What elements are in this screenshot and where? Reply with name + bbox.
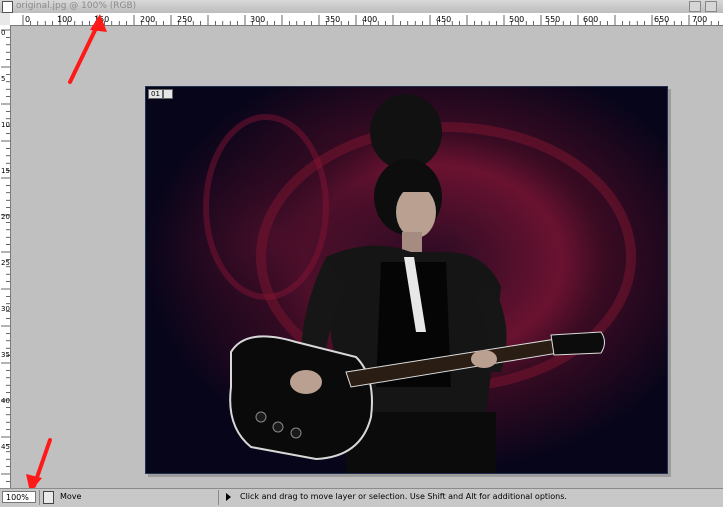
ruler-label: 300 bbox=[250, 15, 265, 24]
guitar-knob bbox=[272, 421, 284, 433]
status-bar: 100% Move Click and drag to move layer o… bbox=[0, 488, 723, 507]
red-arrow-annotation-top bbox=[68, 14, 107, 84]
play-arrow-icon[interactable] bbox=[226, 493, 231, 501]
ruler-label: 650 bbox=[654, 15, 669, 24]
zoom-level-field[interactable]: 100% bbox=[2, 491, 36, 503]
document-icon bbox=[2, 1, 13, 13]
ruler-label: 250 bbox=[177, 15, 192, 24]
maximize-button[interactable] bbox=[705, 1, 717, 12]
status-hint-text: Click and drag to move layer or selectio… bbox=[240, 492, 567, 501]
guitar-headstock bbox=[550, 331, 605, 356]
ruler-label: 25 bbox=[1, 259, 10, 267]
vertical-ruler[interactable]: 0 5 10 15 20 25 30 35 40 45 bbox=[0, 25, 11, 488]
ruler-label: 350 bbox=[325, 15, 340, 24]
ruler-label: 0 bbox=[1, 29, 5, 37]
fringe bbox=[386, 172, 434, 192]
guitar-knob bbox=[290, 427, 302, 439]
ruler-label: 30 bbox=[1, 305, 10, 313]
current-tool-label: Move bbox=[60, 492, 82, 501]
status-separator bbox=[39, 490, 40, 505]
fretting-hand bbox=[471, 350, 497, 368]
canvas-workspace[interactable]: 01 bbox=[11, 26, 723, 488]
ruler-label: 400 bbox=[362, 15, 377, 24]
vertical-ruler-scale: 0 5 10 15 20 25 30 35 40 45 bbox=[1, 29, 10, 482]
ruler-label: 500 bbox=[509, 15, 524, 24]
layer-number-badge: 01 bbox=[148, 89, 163, 99]
photo-guitarist bbox=[146, 87, 667, 473]
ruler-label: 550 bbox=[545, 15, 560, 24]
horizontal-ruler-scale: 0100150200250300350400450500550600650700 bbox=[22, 15, 719, 25]
ruler-label: 5 bbox=[1, 75, 5, 83]
guitar-body bbox=[229, 335, 373, 461]
ruler-label: 45 bbox=[1, 443, 10, 451]
strumming-hand bbox=[290, 370, 322, 394]
ruler-label: 600 bbox=[583, 15, 598, 24]
document-info-icon[interactable] bbox=[43, 491, 54, 504]
ruler-label: 35 bbox=[1, 351, 10, 359]
ruler-label: 200 bbox=[140, 15, 155, 24]
ruler-label: 10 bbox=[1, 121, 10, 129]
ruler-label: 450 bbox=[436, 15, 451, 24]
face bbox=[396, 186, 436, 238]
ruler-label: 40 bbox=[1, 397, 10, 405]
guitar-knob bbox=[255, 411, 267, 423]
horizontal-ruler[interactable]: 0100150200250300350400450500550600650700 bbox=[10, 13, 723, 26]
ruler-label: 15 bbox=[1, 167, 10, 175]
ruler-label: 0 bbox=[25, 15, 30, 24]
image-canvas[interactable]: 01 bbox=[145, 86, 668, 474]
minimize-button[interactable] bbox=[689, 1, 701, 12]
red-arrow-annotation-bottom bbox=[26, 438, 52, 492]
hair-bun bbox=[370, 94, 442, 170]
layer-box-icon bbox=[163, 89, 173, 99]
status-separator bbox=[218, 490, 219, 505]
ruler-label: 700 bbox=[692, 15, 707, 24]
ruler-label: 20 bbox=[1, 213, 10, 221]
